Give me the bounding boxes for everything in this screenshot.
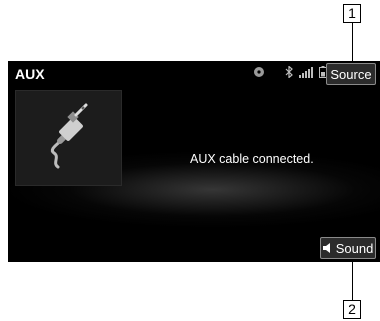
sound-button[interactable]: Sound bbox=[320, 237, 376, 259]
bluetooth-icon bbox=[285, 65, 293, 83]
disc-icon bbox=[253, 65, 265, 83]
signal-bars-icon bbox=[299, 65, 313, 83]
source-button-label: Source bbox=[330, 66, 372, 82]
status-message: AUX cable connected. bbox=[190, 152, 314, 166]
callout-2-leader bbox=[352, 259, 353, 301]
speaker-icon bbox=[322, 241, 331, 256]
aux-artwork bbox=[15, 90, 122, 186]
callout-2: 2 bbox=[343, 300, 361, 319]
callout-1: 1 bbox=[343, 4, 361, 23]
status-bar bbox=[253, 65, 327, 83]
page-title: AUX bbox=[15, 66, 45, 82]
sound-button-label: Sound bbox=[335, 240, 374, 256]
callout-1-leader bbox=[352, 22, 353, 62]
source-button[interactable]: Source bbox=[326, 63, 376, 85]
head-unit-screen: AUX Source AUX cable connected. Sound bbox=[8, 61, 380, 262]
aux-cable-icon bbox=[16, 103, 121, 189]
